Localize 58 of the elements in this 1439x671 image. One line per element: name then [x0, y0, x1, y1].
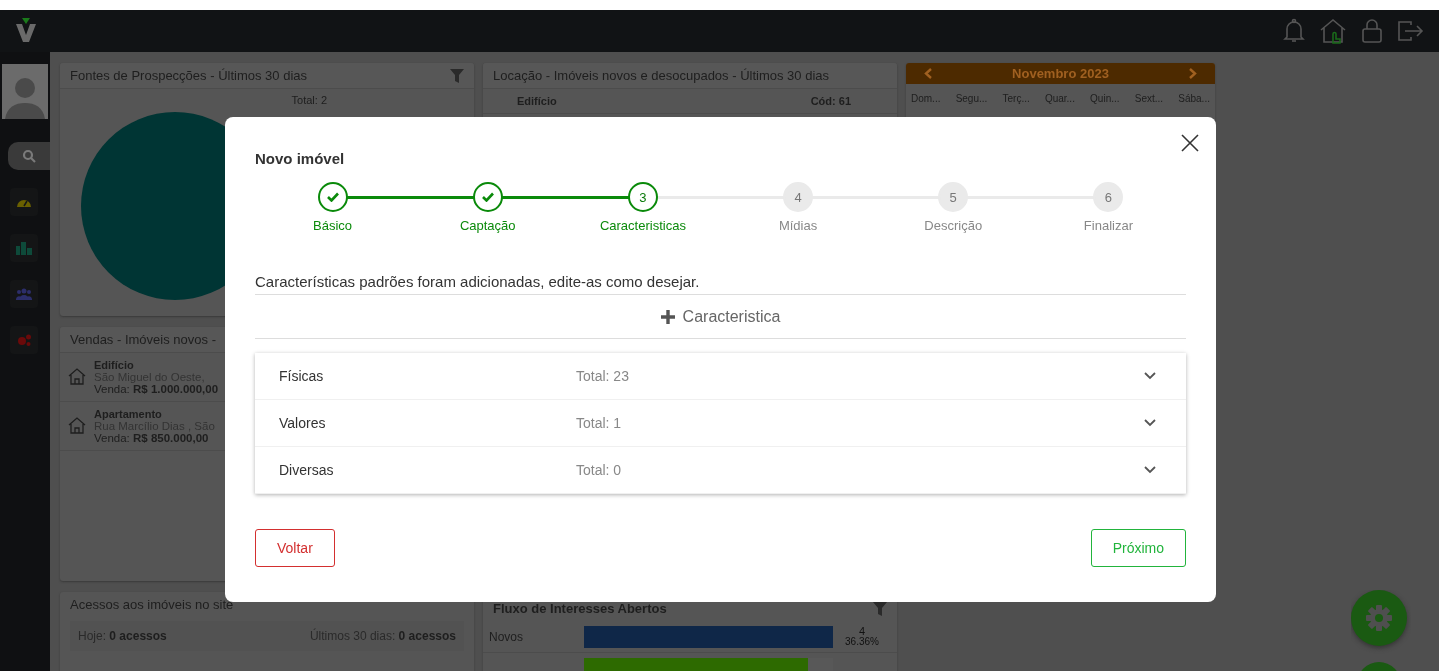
- step-indicator[interactable]: [317, 182, 348, 212]
- panel-title: Locação - Imóveis novos e desocupados - Últimos 30 dias: [493, 68, 829, 83]
- sidebar-item[interactable]: [10, 234, 38, 262]
- accordion-row[interactable]: Diversas Total: 0: [255, 447, 1186, 494]
- accordion-row[interactable]: Valores Total: 1: [255, 400, 1186, 447]
- sidebar-item[interactable]: [10, 326, 38, 354]
- group-name: Valores: [279, 415, 327, 431]
- avatar: [2, 64, 48, 119]
- plus-icon: [660, 310, 675, 324]
- calendar-month: Novembro 2023: [1012, 66, 1109, 81]
- checkmark-icon: [326, 192, 339, 202]
- group-name: Físicas: [279, 368, 325, 384]
- dialog-title: Novo imóvel: [255, 150, 345, 167]
- sidebar-item[interactable]: [10, 188, 38, 216]
- step-indicator[interactable]: [472, 182, 503, 212]
- step-label: Básico: [313, 218, 353, 233]
- step-label: Descrição: [924, 218, 983, 233]
- filter-icon[interactable]: [873, 601, 887, 616]
- intro-text: Características padrões foram adicionadas, edite-as como desejar.: [255, 273, 1186, 295]
- step-label: Caracteristicas: [599, 218, 686, 233]
- logout-icon[interactable]: [1397, 19, 1425, 43]
- step-indicator[interactable]: 3: [627, 182, 658, 212]
- chevron-left-icon[interactable]: [924, 68, 932, 79]
- step-indicator[interactable]: 4: [783, 182, 814, 212]
- step-label: Mídias: [778, 218, 818, 233]
- search-icon: [22, 149, 36, 163]
- gears-icon: [16, 333, 32, 347]
- house-icon: [68, 416, 86, 434]
- accordion-row[interactable]: Físicas Total: 23: [255, 353, 1186, 400]
- property-type: Edifício: [517, 95, 557, 107]
- panel-title: Vendas - Imóveis novos -: [70, 332, 216, 347]
- group-total: Total: 0: [576, 462, 623, 478]
- close-icon[interactable]: [1180, 133, 1200, 153]
- lock-icon[interactable]: [1361, 18, 1383, 44]
- search-button[interactable]: [8, 142, 50, 170]
- group-total: Total: 1: [576, 415, 623, 431]
- group-total: Total: 23: [576, 368, 630, 384]
- percent-label: 36.36%: [844, 637, 880, 647]
- property-type: Edifício: [94, 359, 134, 371]
- notification-bell-icon[interactable]: [1283, 18, 1305, 44]
- logo-icon: [14, 18, 38, 44]
- step-indicator[interactable]: 5: [938, 182, 969, 212]
- users-icon: [16, 288, 32, 300]
- sidebar-item[interactable]: [10, 280, 38, 308]
- count-label: 4: [857, 626, 867, 637]
- house-icon: [68, 367, 86, 385]
- back-button[interactable]: Voltar: [255, 529, 335, 567]
- add-feature-button[interactable]: Caracteristica: [660, 308, 781, 326]
- chevron-right-icon[interactable]: [1189, 68, 1197, 79]
- checkmark-icon: [481, 192, 494, 202]
- step-label: Captação: [459, 218, 516, 233]
- home-icon[interactable]: [1319, 18, 1347, 44]
- step-indicator[interactable]: 6: [1093, 182, 1124, 212]
- property-type: Apartamento: [94, 408, 162, 420]
- buildings-icon: [16, 241, 32, 255]
- group-name: Diversas: [279, 462, 335, 478]
- step-label: Finalizar: [1083, 218, 1133, 233]
- panel-title: Fontes de Prospecções - Últimos 30 dias: [70, 68, 307, 83]
